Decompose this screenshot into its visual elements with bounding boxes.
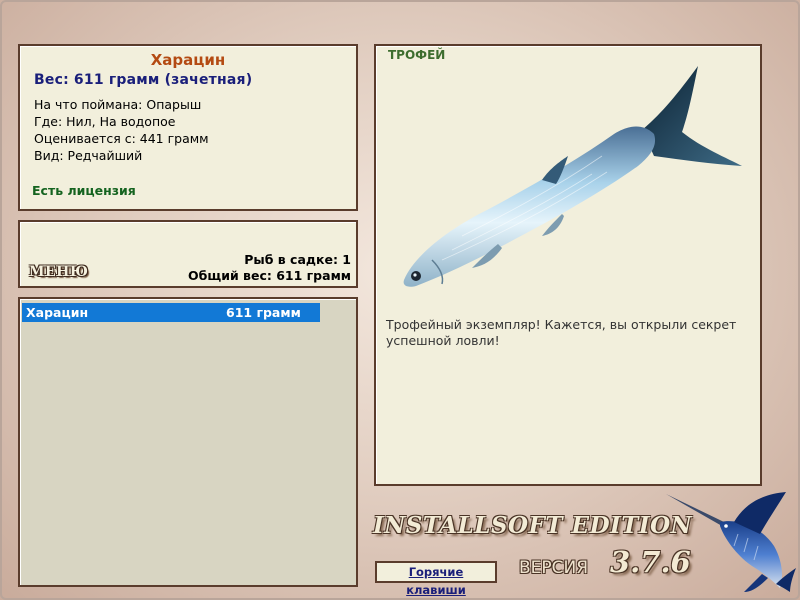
catch-stats: Рыб в садке: 1 Общий вес: 611 грамм (188, 252, 351, 284)
menu-button[interactable]: МЕНЮ (29, 264, 88, 280)
list-item[interactable]: Харацин 611 грамм (22, 303, 320, 322)
fish-count: Рыб в садке: 1 (244, 252, 351, 267)
fish-name-title: Харацин (150, 51, 226, 69)
kind-line: Вид: Редчайший (34, 148, 143, 163)
catch-list: Харацин 611 грамм (18, 297, 358, 587)
bait-line: На что поймана: Опарыш (34, 97, 202, 112)
keepnet-summary-panel: МЕНЮ Рыб в садке: 1 Общий вес: 611 грамм (18, 220, 358, 288)
list-item-weight: 611 грамм (226, 305, 301, 320)
total-weight: Общий вес: 611 грамм (188, 268, 351, 283)
edition-title: INSTALLSOFT EDITION (373, 512, 693, 539)
fish-info-panel: Харацин Вес: 611 грамм (зачетная) На что… (18, 44, 358, 211)
marlin-logo-icon (666, 492, 796, 592)
license-status: Есть лицензия (32, 183, 136, 198)
fish-details: На что поймана: Опарыш Где: Нил, На водо… (34, 96, 209, 164)
fish-weight: Вес: 611 грамм (зачетная) (34, 72, 253, 88)
trophy-panel: ТРОФЕЙ Трофейный экземпляр! Кажется, вы … (374, 44, 762, 486)
hotkeys-button[interactable]: Горячие клавиши (375, 561, 497, 597)
trophy-message: Трофейный экземпляр! Кажется, вы открыли… (386, 317, 737, 348)
place-line: Где: Нил, На водопое (34, 114, 176, 129)
fish-image (403, 66, 742, 287)
valued-line: Оценивается с: 441 грамм (34, 131, 209, 146)
version-label: ВЕРСИЯ (519, 558, 589, 578)
list-item-name: Харацин (26, 305, 89, 320)
